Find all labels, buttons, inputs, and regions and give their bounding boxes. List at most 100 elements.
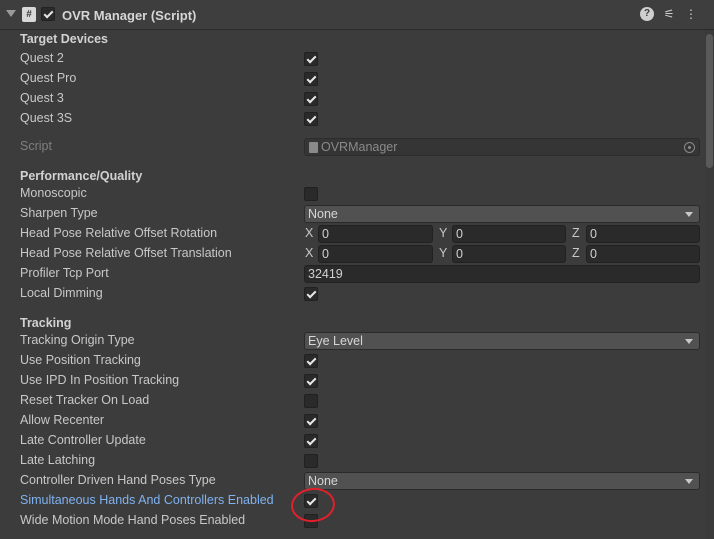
- row-local-dimming: Local Dimming: [0, 284, 705, 304]
- scrollbar-thumb[interactable]: [706, 34, 713, 168]
- tracking-origin-dropdown[interactable]: Eye Level: [304, 332, 700, 350]
- translation-z-input[interactable]: 0: [586, 245, 700, 263]
- script-value: OVRManager: [321, 140, 398, 154]
- late-latching-label: Late Latching: [20, 453, 96, 467]
- y-axis-label[interactable]: Y: [439, 246, 447, 260]
- reset-tracker-label: Reset Tracker On Load: [20, 393, 150, 407]
- component-title: OVR Manager (Script): [62, 8, 197, 23]
- row-late-latching: Late Latching: [0, 451, 705, 471]
- dropdown-arrow-icon: [685, 339, 693, 344]
- section-tracking: Tracking: [20, 316, 72, 330]
- row-use-ipd: Use IPD In Position Tracking: [0, 371, 705, 391]
- row-sharpen-type: Sharpen Type None: [0, 204, 705, 224]
- use-position-tracking-checkbox[interactable]: [304, 354, 318, 368]
- row-quest-2: Quest 2: [0, 49, 705, 69]
- row-quest-pro: Quest Pro: [0, 69, 705, 89]
- hand-poses-type-dropdown[interactable]: None: [304, 472, 700, 490]
- row-use-position-tracking: Use Position Tracking: [0, 351, 705, 371]
- row-profiler-port: Profiler Tcp Port 32419: [0, 264, 705, 284]
- x-axis-label[interactable]: X: [305, 226, 313, 240]
- presets-icon[interactable]: ⚟: [662, 7, 676, 21]
- component-enabled-toggle[interactable]: [41, 7, 55, 21]
- rotation-y-input[interactable]: 0: [452, 225, 566, 243]
- x-axis-label[interactable]: X: [305, 246, 313, 260]
- row-simultaneous-hands: Simultaneous Hands And Controllers Enabl…: [0, 491, 705, 511]
- late-controller-update-label: Late Controller Update: [20, 433, 146, 447]
- allow-recenter-checkbox[interactable]: [304, 414, 318, 428]
- script-label: Script: [20, 139, 52, 153]
- check-icon: [306, 375, 317, 386]
- tracking-origin-label: Tracking Origin Type: [20, 333, 135, 347]
- row-monoscopic: Monoscopic: [0, 184, 705, 204]
- tracking-origin-value: Eye Level: [308, 334, 363, 348]
- component-header: # OVR Manager (Script) ? ⚟ ⋮: [0, 0, 714, 30]
- quest-3s-checkbox[interactable]: [304, 112, 318, 126]
- simultaneous-hands-label: Simultaneous Hands And Controllers Enabl…: [20, 493, 274, 507]
- dropdown-arrow-icon: [685, 479, 693, 484]
- check-icon: [306, 113, 317, 124]
- sharpen-type-value: None: [308, 207, 338, 221]
- script-object-field: OVRManager: [304, 138, 700, 156]
- header-actions: ? ⚟ ⋮: [640, 7, 698, 21]
- quest-3s-label: Quest 3S: [20, 111, 73, 125]
- dropdown-arrow-icon: [685, 212, 693, 217]
- head-pose-rotation-label: Head Pose Relative Offset Rotation: [20, 226, 218, 240]
- local-dimming-checkbox[interactable]: [304, 287, 318, 301]
- row-quest-3: Quest 3: [0, 89, 705, 109]
- check-icon: [43, 8, 54, 19]
- use-ipd-label: Use IPD In Position Tracking: [20, 373, 180, 387]
- translation-x-input[interactable]: 0: [318, 245, 433, 263]
- use-position-tracking-label: Use Position Tracking: [20, 353, 141, 367]
- section-target-devices: Target Devices: [20, 32, 109, 46]
- profiler-port-label: Profiler Tcp Port: [20, 266, 109, 280]
- quest-pro-label: Quest Pro: [20, 71, 77, 85]
- fold-arrow-icon[interactable]: [6, 10, 16, 17]
- row-hand-poses-type: Controller Driven Hand Poses Type None: [0, 471, 705, 491]
- quest-3-label: Quest 3: [20, 91, 64, 105]
- use-ipd-checkbox[interactable]: [304, 374, 318, 388]
- check-icon: [306, 415, 317, 426]
- more-menu-icon[interactable]: ⋮: [684, 7, 698, 21]
- check-icon: [306, 73, 317, 84]
- script-file-icon: [309, 142, 318, 153]
- reset-tracker-checkbox[interactable]: [304, 394, 318, 408]
- check-icon: [306, 53, 317, 64]
- y-axis-label[interactable]: Y: [439, 226, 447, 240]
- script-icon: #: [22, 7, 36, 22]
- object-picker-icon[interactable]: [684, 142, 695, 153]
- check-icon: [306, 355, 317, 366]
- wide-motion-label: Wide Motion Mode Hand Poses Enabled: [20, 513, 246, 527]
- z-axis-label[interactable]: Z: [572, 226, 580, 240]
- rotation-z-input[interactable]: 0: [586, 225, 700, 243]
- late-controller-update-checkbox[interactable]: [304, 434, 318, 448]
- section-performance: Performance/Quality: [20, 169, 143, 183]
- scrollbar[interactable]: [705, 30, 714, 539]
- quest-3-checkbox[interactable]: [304, 92, 318, 106]
- translation-y-input[interactable]: 0: [452, 245, 566, 263]
- sharpen-type-label: Sharpen Type: [20, 206, 98, 220]
- hand-poses-type-value: None: [308, 474, 338, 488]
- check-icon: [306, 93, 317, 104]
- late-latching-checkbox[interactable]: [304, 454, 318, 468]
- check-icon: [306, 435, 317, 446]
- quest-2-checkbox[interactable]: [304, 52, 318, 66]
- row-quest-3s: Quest 3S: [0, 109, 705, 129]
- quest-2-label: Quest 2: [20, 51, 64, 65]
- row-wide-motion: Wide Motion Mode Hand Poses Enabled: [0, 511, 705, 531]
- row-script: Script OVRManager: [0, 137, 705, 157]
- sharpen-type-dropdown[interactable]: None: [304, 205, 700, 223]
- monoscopic-checkbox[interactable]: [304, 187, 318, 201]
- allow-recenter-label: Allow Recenter: [20, 413, 105, 427]
- row-head-pose-rotation: Head Pose Relative Offset Rotation X 0 Y…: [0, 224, 705, 244]
- row-head-pose-translation: Head Pose Relative Offset Translation X …: [0, 244, 705, 264]
- monoscopic-label: Monoscopic: [20, 186, 87, 200]
- rotation-x-input[interactable]: 0: [318, 225, 433, 243]
- quest-pro-checkbox[interactable]: [304, 72, 318, 86]
- row-allow-recenter: Allow Recenter: [0, 411, 705, 431]
- row-tracking-origin: Tracking Origin Type Eye Level: [0, 331, 705, 351]
- row-reset-tracker: Reset Tracker On Load: [0, 391, 705, 411]
- profiler-port-input[interactable]: 32419: [304, 265, 700, 283]
- help-icon[interactable]: ?: [640, 7, 654, 21]
- z-axis-label[interactable]: Z: [572, 246, 580, 260]
- row-late-controller-update: Late Controller Update: [0, 431, 705, 451]
